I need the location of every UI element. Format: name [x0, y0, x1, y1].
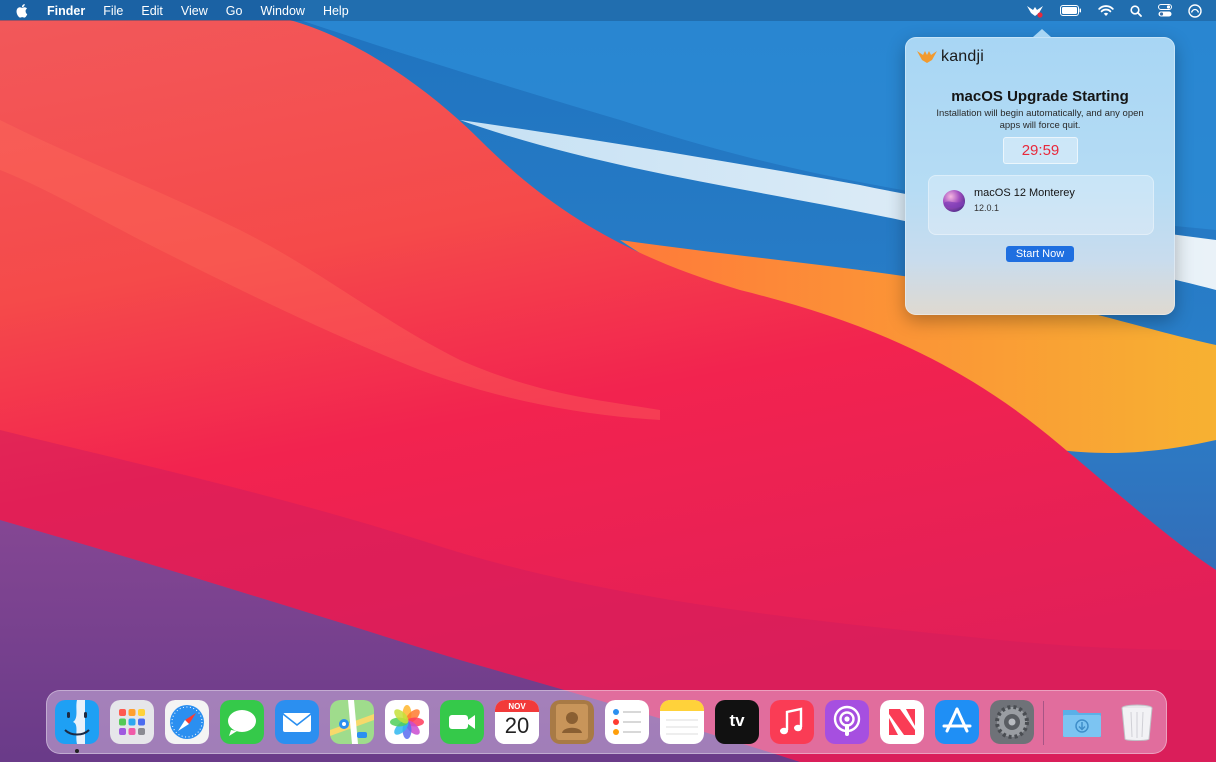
podcasts-icon[interactable] [825, 700, 869, 744]
calendar-month: NOV [508, 702, 526, 711]
photos-icon[interactable] [385, 700, 429, 744]
dock-separator [1043, 701, 1044, 745]
control-center-icon[interactable] [1158, 4, 1172, 17]
brand-name: kandji [941, 48, 985, 65]
macos-monterey-icon [942, 189, 966, 218]
reminders-icon[interactable] [605, 700, 649, 744]
menu-bar: Finder File Edit View Go Window Help [0, 0, 1216, 21]
countdown-timer: 29:59 [1003, 137, 1078, 164]
kandji-logo: kandji [917, 48, 984, 66]
trash-icon[interactable] [1115, 700, 1159, 744]
app-store-icon[interactable] [935, 700, 979, 744]
tv-label: tv [729, 711, 745, 730]
calendar-icon[interactable]: NOV 20 [495, 700, 539, 744]
apple-logo-icon[interactable] [15, 3, 31, 18]
siri-icon[interactable] [1188, 3, 1202, 18]
menu-help[interactable]: Help [323, 4, 349, 18]
notes-icon[interactable] [660, 700, 704, 744]
system-preferences-icon[interactable] [990, 700, 1034, 744]
mail-icon[interactable] [275, 700, 319, 744]
facetime-icon[interactable] [440, 700, 484, 744]
update-card: macOS 12 Monterey 12.0.1 [928, 175, 1154, 235]
launchpad-icon[interactable] [110, 700, 154, 744]
news-icon[interactable] [880, 700, 924, 744]
menu-window[interactable]: Window [260, 4, 304, 18]
update-version: 12.0.1 [974, 203, 1000, 213]
safari-icon[interactable] [165, 700, 209, 744]
dock: NOV 20 tv [46, 690, 1167, 754]
spotlight-search-icon[interactable] [1130, 4, 1142, 17]
finder-icon[interactable] [55, 700, 99, 744]
kandji-bird-icon[interactable] [1026, 4, 1044, 18]
status-area [1026, 0, 1202, 21]
kandji-upgrade-popover: kandji macOS Upgrade Starting Installati… [905, 29, 1175, 315]
menu-go[interactable]: Go [226, 4, 243, 18]
popover-title: macOS Upgrade Starting [951, 88, 1129, 105]
maps-icon[interactable] [330, 700, 374, 744]
battery-icon[interactable] [1060, 5, 1082, 16]
downloads-folder-icon[interactable] [1060, 700, 1104, 744]
start-now-button[interactable]: Start Now [1006, 246, 1074, 262]
update-name: macOS 12 Monterey [974, 187, 1075, 199]
menu-edit[interactable]: Edit [141, 4, 163, 18]
popover-subtitle: Installation will begin automatically, a… [936, 108, 1144, 131]
wifi-icon[interactable] [1098, 4, 1114, 17]
popover-arrow [1033, 29, 1051, 37]
music-icon[interactable] [770, 700, 814, 744]
kandji-logo-icon [917, 51, 937, 63]
menu-file[interactable]: File [103, 4, 123, 18]
contacts-icon[interactable] [550, 700, 594, 744]
calendar-day: 20 [504, 713, 530, 738]
finder-running-indicator [75, 749, 79, 753]
menu-view[interactable]: View [181, 4, 208, 18]
messages-icon[interactable] [220, 700, 264, 744]
apple-tv-icon[interactable]: tv [715, 700, 759, 744]
menu-app-name[interactable]: Finder [47, 4, 85, 18]
